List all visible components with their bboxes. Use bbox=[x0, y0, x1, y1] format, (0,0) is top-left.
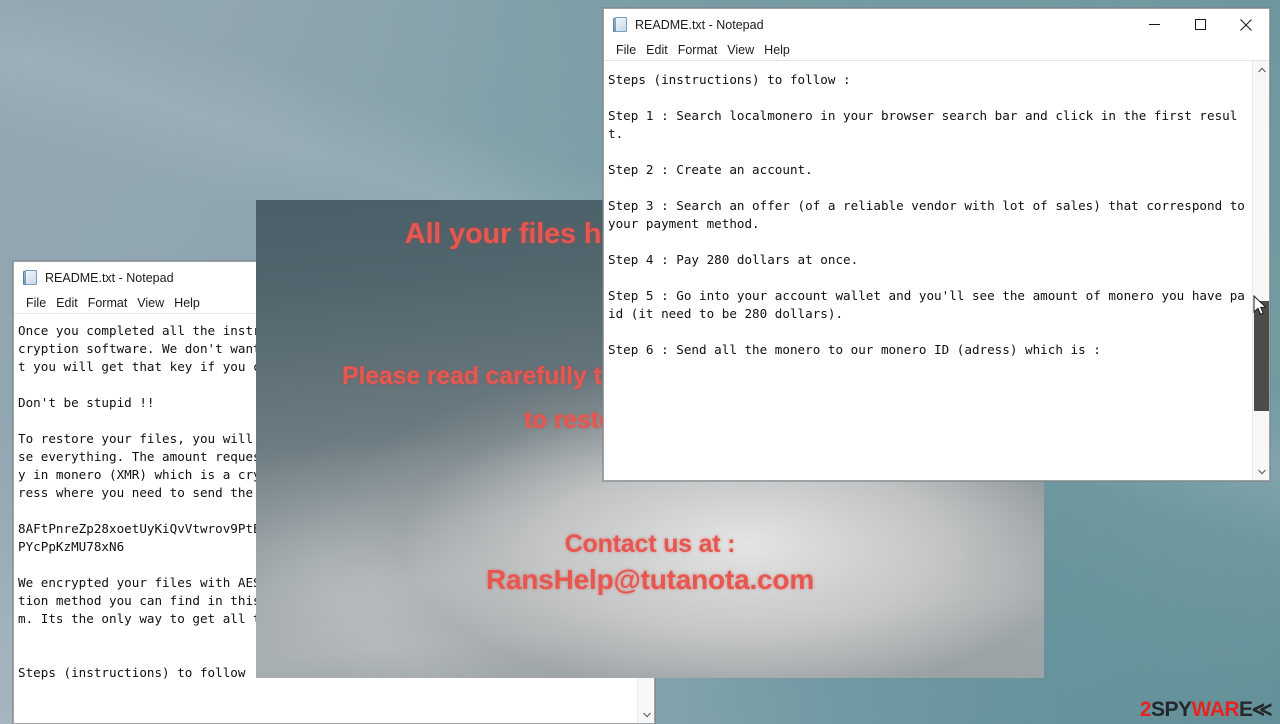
scroll-down-arrow-icon[interactable] bbox=[1253, 463, 1269, 480]
desktop: README.txt - Notepad File Edit Format Vi… bbox=[0, 0, 1280, 724]
scrollbar-thumb[interactable] bbox=[1254, 301, 1269, 411]
menu-help[interactable]: Help bbox=[759, 43, 795, 57]
watermark-part-1: 2 bbox=[1139, 698, 1152, 721]
window-title: README.txt - Notepad bbox=[635, 17, 764, 32]
ransom-contact-email: RansHelp@tutanota.com bbox=[485, 564, 815, 595]
watermark-part-2: SPY bbox=[1151, 698, 1192, 721]
window-title: README.txt - Notepad bbox=[45, 270, 174, 285]
titlebar[interactable]: README.txt - Notepad bbox=[604, 9, 1269, 40]
notepad-icon bbox=[23, 269, 39, 286]
minimize-button[interactable] bbox=[1131, 9, 1177, 40]
watermark-part-4: E bbox=[1239, 698, 1253, 721]
scroll-down-arrow-icon[interactable] bbox=[638, 706, 654, 723]
watermark-chevron-icon: ≪ bbox=[1251, 698, 1273, 721]
menubar[interactable]: File Edit Format View Help bbox=[604, 40, 1269, 61]
menu-file[interactable]: File bbox=[611, 43, 641, 57]
scroll-up-arrow-icon[interactable] bbox=[1253, 61, 1269, 78]
watermark-2spyware: 2 SPY WAR E ≪ bbox=[1139, 698, 1273, 721]
menu-file[interactable]: File bbox=[21, 296, 51, 310]
ransom-contact-label: Contact us at : bbox=[564, 530, 736, 558]
vertical-scrollbar[interactable] bbox=[1252, 61, 1269, 480]
menu-view[interactable]: View bbox=[722, 43, 759, 57]
close-button[interactable] bbox=[1223, 9, 1269, 40]
notepad-window-top[interactable]: README.txt - Notepad File Edit Format Vi… bbox=[603, 8, 1270, 481]
window-body: Steps (instructions) to follow : Step 1 … bbox=[604, 61, 1269, 480]
menu-format[interactable]: Format bbox=[673, 43, 723, 57]
menu-edit[interactable]: Edit bbox=[51, 296, 83, 310]
menu-format[interactable]: Format bbox=[83, 296, 133, 310]
menu-view[interactable]: View bbox=[132, 296, 169, 310]
window-controls bbox=[1131, 9, 1269, 40]
maximize-button[interactable] bbox=[1177, 9, 1223, 40]
menu-edit[interactable]: Edit bbox=[641, 43, 673, 57]
notepad-icon bbox=[613, 16, 629, 33]
text-editor-area[interactable]: Steps (instructions) to follow : Step 1 … bbox=[604, 61, 1252, 480]
watermark-part-3: WAR bbox=[1191, 698, 1240, 721]
menu-help[interactable]: Help bbox=[169, 296, 205, 310]
